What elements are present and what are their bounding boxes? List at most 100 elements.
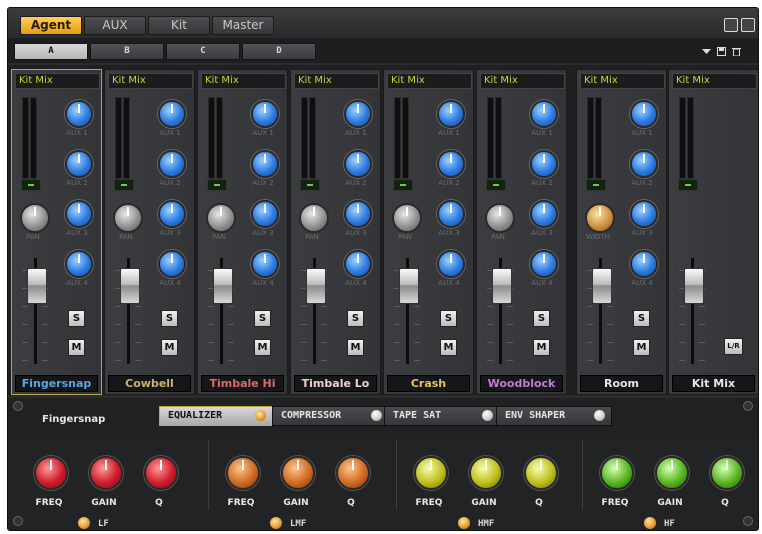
insert-power-led[interactable] xyxy=(482,410,493,421)
aux-1-send-knob[interactable] xyxy=(344,100,372,128)
insert-tab-equalizer[interactable]: EQUALIZER xyxy=(159,406,273,426)
solo-button[interactable]: S xyxy=(347,310,364,327)
aux-3-send-knob[interactable] xyxy=(530,200,558,228)
eq-gain-knob[interactable] xyxy=(655,456,689,490)
panel-layout-icon[interactable] xyxy=(724,18,738,32)
aux-1-send-knob[interactable] xyxy=(158,100,186,128)
eq-freq-knob[interactable] xyxy=(34,456,68,490)
strip-output-selector[interactable]: Kit Mix xyxy=(15,73,100,89)
eq-freq-knob[interactable] xyxy=(226,456,260,490)
insert-power-led[interactable] xyxy=(255,410,266,421)
aux-1-send-knob[interactable] xyxy=(251,100,279,128)
eq-freq-knob[interactable] xyxy=(414,456,448,490)
strip-output-selector[interactable]: Kit Mix xyxy=(294,73,379,89)
pan-knob[interactable] xyxy=(485,203,515,233)
channel-name[interactable]: Room xyxy=(580,375,663,392)
aux-2-send-knob[interactable] xyxy=(530,150,558,178)
aux-3-send-knob[interactable] xyxy=(251,200,279,228)
volume-fader[interactable] xyxy=(592,268,612,304)
strip-output-selector[interactable]: Kit Mix xyxy=(108,73,193,89)
channel-name[interactable]: Timbale Hi xyxy=(201,375,284,392)
tab-kit[interactable]: Kit xyxy=(148,16,210,35)
eq-gain-knob[interactable] xyxy=(469,456,503,490)
aux-4-send-knob[interactable] xyxy=(344,250,372,278)
volume-fader[interactable] xyxy=(27,268,47,304)
volume-fader[interactable] xyxy=(306,268,326,304)
insert-power-led[interactable] xyxy=(371,410,382,421)
solo-button[interactable]: S xyxy=(68,310,85,327)
aux-1-send-knob[interactable] xyxy=(530,100,558,128)
trash-icon[interactable] xyxy=(732,47,741,56)
pan-knob[interactable] xyxy=(20,203,50,233)
aux-3-send-knob[interactable] xyxy=(437,200,465,228)
panel-settings-icon[interactable] xyxy=(741,18,755,32)
insert-tab-env-shaper[interactable]: ENV SHAPER xyxy=(496,406,612,426)
band-enable-led[interactable] xyxy=(644,517,656,529)
scene-tab-a[interactable]: A xyxy=(14,43,88,60)
mute-button[interactable]: M xyxy=(533,339,550,356)
aux-2-send-knob[interactable] xyxy=(65,150,93,178)
eq-gain-knob[interactable] xyxy=(281,456,315,490)
aux-2-send-knob[interactable] xyxy=(630,150,658,178)
band-enable-led[interactable] xyxy=(458,517,470,529)
eq-freq-knob[interactable] xyxy=(600,456,634,490)
mute-button[interactable]: M xyxy=(161,339,178,356)
insert-tab-tape-sat[interactable]: TAPE SAT xyxy=(384,406,500,426)
channel-name[interactable]: Fingersnap xyxy=(15,375,98,392)
strip-output-selector[interactable]: Kit Mix xyxy=(387,73,472,89)
band-enable-led[interactable] xyxy=(78,517,90,529)
aux-2-send-knob[interactable] xyxy=(437,150,465,178)
aux-2-send-knob[interactable] xyxy=(158,150,186,178)
solo-button[interactable]: S xyxy=(533,310,550,327)
mute-button[interactable]: M xyxy=(68,339,85,356)
solo-button[interactable]: S xyxy=(633,310,650,327)
width-knob[interactable] xyxy=(585,203,615,233)
tab-master[interactable]: Master xyxy=(212,16,274,35)
solo-button[interactable]: S xyxy=(161,310,178,327)
tab-agent[interactable]: Agent xyxy=(20,16,82,35)
strip-output-selector[interactable]: Kit Mix xyxy=(672,73,757,89)
strip-output-selector[interactable]: Kit Mix xyxy=(580,73,665,89)
aux-3-send-knob[interactable] xyxy=(630,200,658,228)
pan-knob[interactable] xyxy=(299,203,329,233)
solo-button[interactable]: S xyxy=(254,310,271,327)
aux-1-send-knob[interactable] xyxy=(630,100,658,128)
aux-4-send-knob[interactable] xyxy=(630,250,658,278)
aux-4-send-knob[interactable] xyxy=(437,250,465,278)
aux-2-send-knob[interactable] xyxy=(251,150,279,178)
pan-knob[interactable] xyxy=(206,203,236,233)
lr-button[interactable]: L/R xyxy=(724,338,743,355)
strip-output-selector[interactable]: Kit Mix xyxy=(480,73,565,89)
eq-gain-knob[interactable] xyxy=(89,456,123,490)
solo-button[interactable]: S xyxy=(440,310,457,327)
eq-q-knob[interactable] xyxy=(524,456,558,490)
band-enable-led[interactable] xyxy=(270,517,282,529)
aux-1-send-knob[interactable] xyxy=(437,100,465,128)
aux-1-send-knob[interactable] xyxy=(65,100,93,128)
aux-4-send-knob[interactable] xyxy=(530,250,558,278)
eq-q-knob[interactable] xyxy=(144,456,178,490)
aux-3-send-knob[interactable] xyxy=(65,200,93,228)
channel-name[interactable]: Timbale Lo xyxy=(294,375,377,392)
channel-name[interactable]: Cowbell xyxy=(108,375,191,392)
scene-tab-b[interactable]: B xyxy=(90,43,164,60)
scene-tab-c[interactable]: C xyxy=(166,43,240,60)
aux-3-send-knob[interactable] xyxy=(344,200,372,228)
aux-4-send-knob[interactable] xyxy=(158,250,186,278)
aux-3-send-knob[interactable] xyxy=(158,200,186,228)
volume-fader[interactable] xyxy=(213,268,233,304)
mute-button[interactable]: M xyxy=(254,339,271,356)
strip-output-selector[interactable]: Kit Mix xyxy=(201,73,286,89)
volume-fader[interactable] xyxy=(684,268,704,304)
volume-fader[interactable] xyxy=(399,268,419,304)
channel-name[interactable]: Woodblock xyxy=(480,375,563,392)
save-icon[interactable] xyxy=(717,47,726,56)
volume-fader[interactable] xyxy=(492,268,512,304)
eq-q-knob[interactable] xyxy=(336,456,370,490)
pan-knob[interactable] xyxy=(392,203,422,233)
dropdown-arrow-icon[interactable] xyxy=(702,47,711,56)
scene-tab-d[interactable]: D xyxy=(242,43,316,60)
mute-button[interactable]: M xyxy=(633,339,650,356)
pan-knob[interactable] xyxy=(113,203,143,233)
aux-4-send-knob[interactable] xyxy=(251,250,279,278)
